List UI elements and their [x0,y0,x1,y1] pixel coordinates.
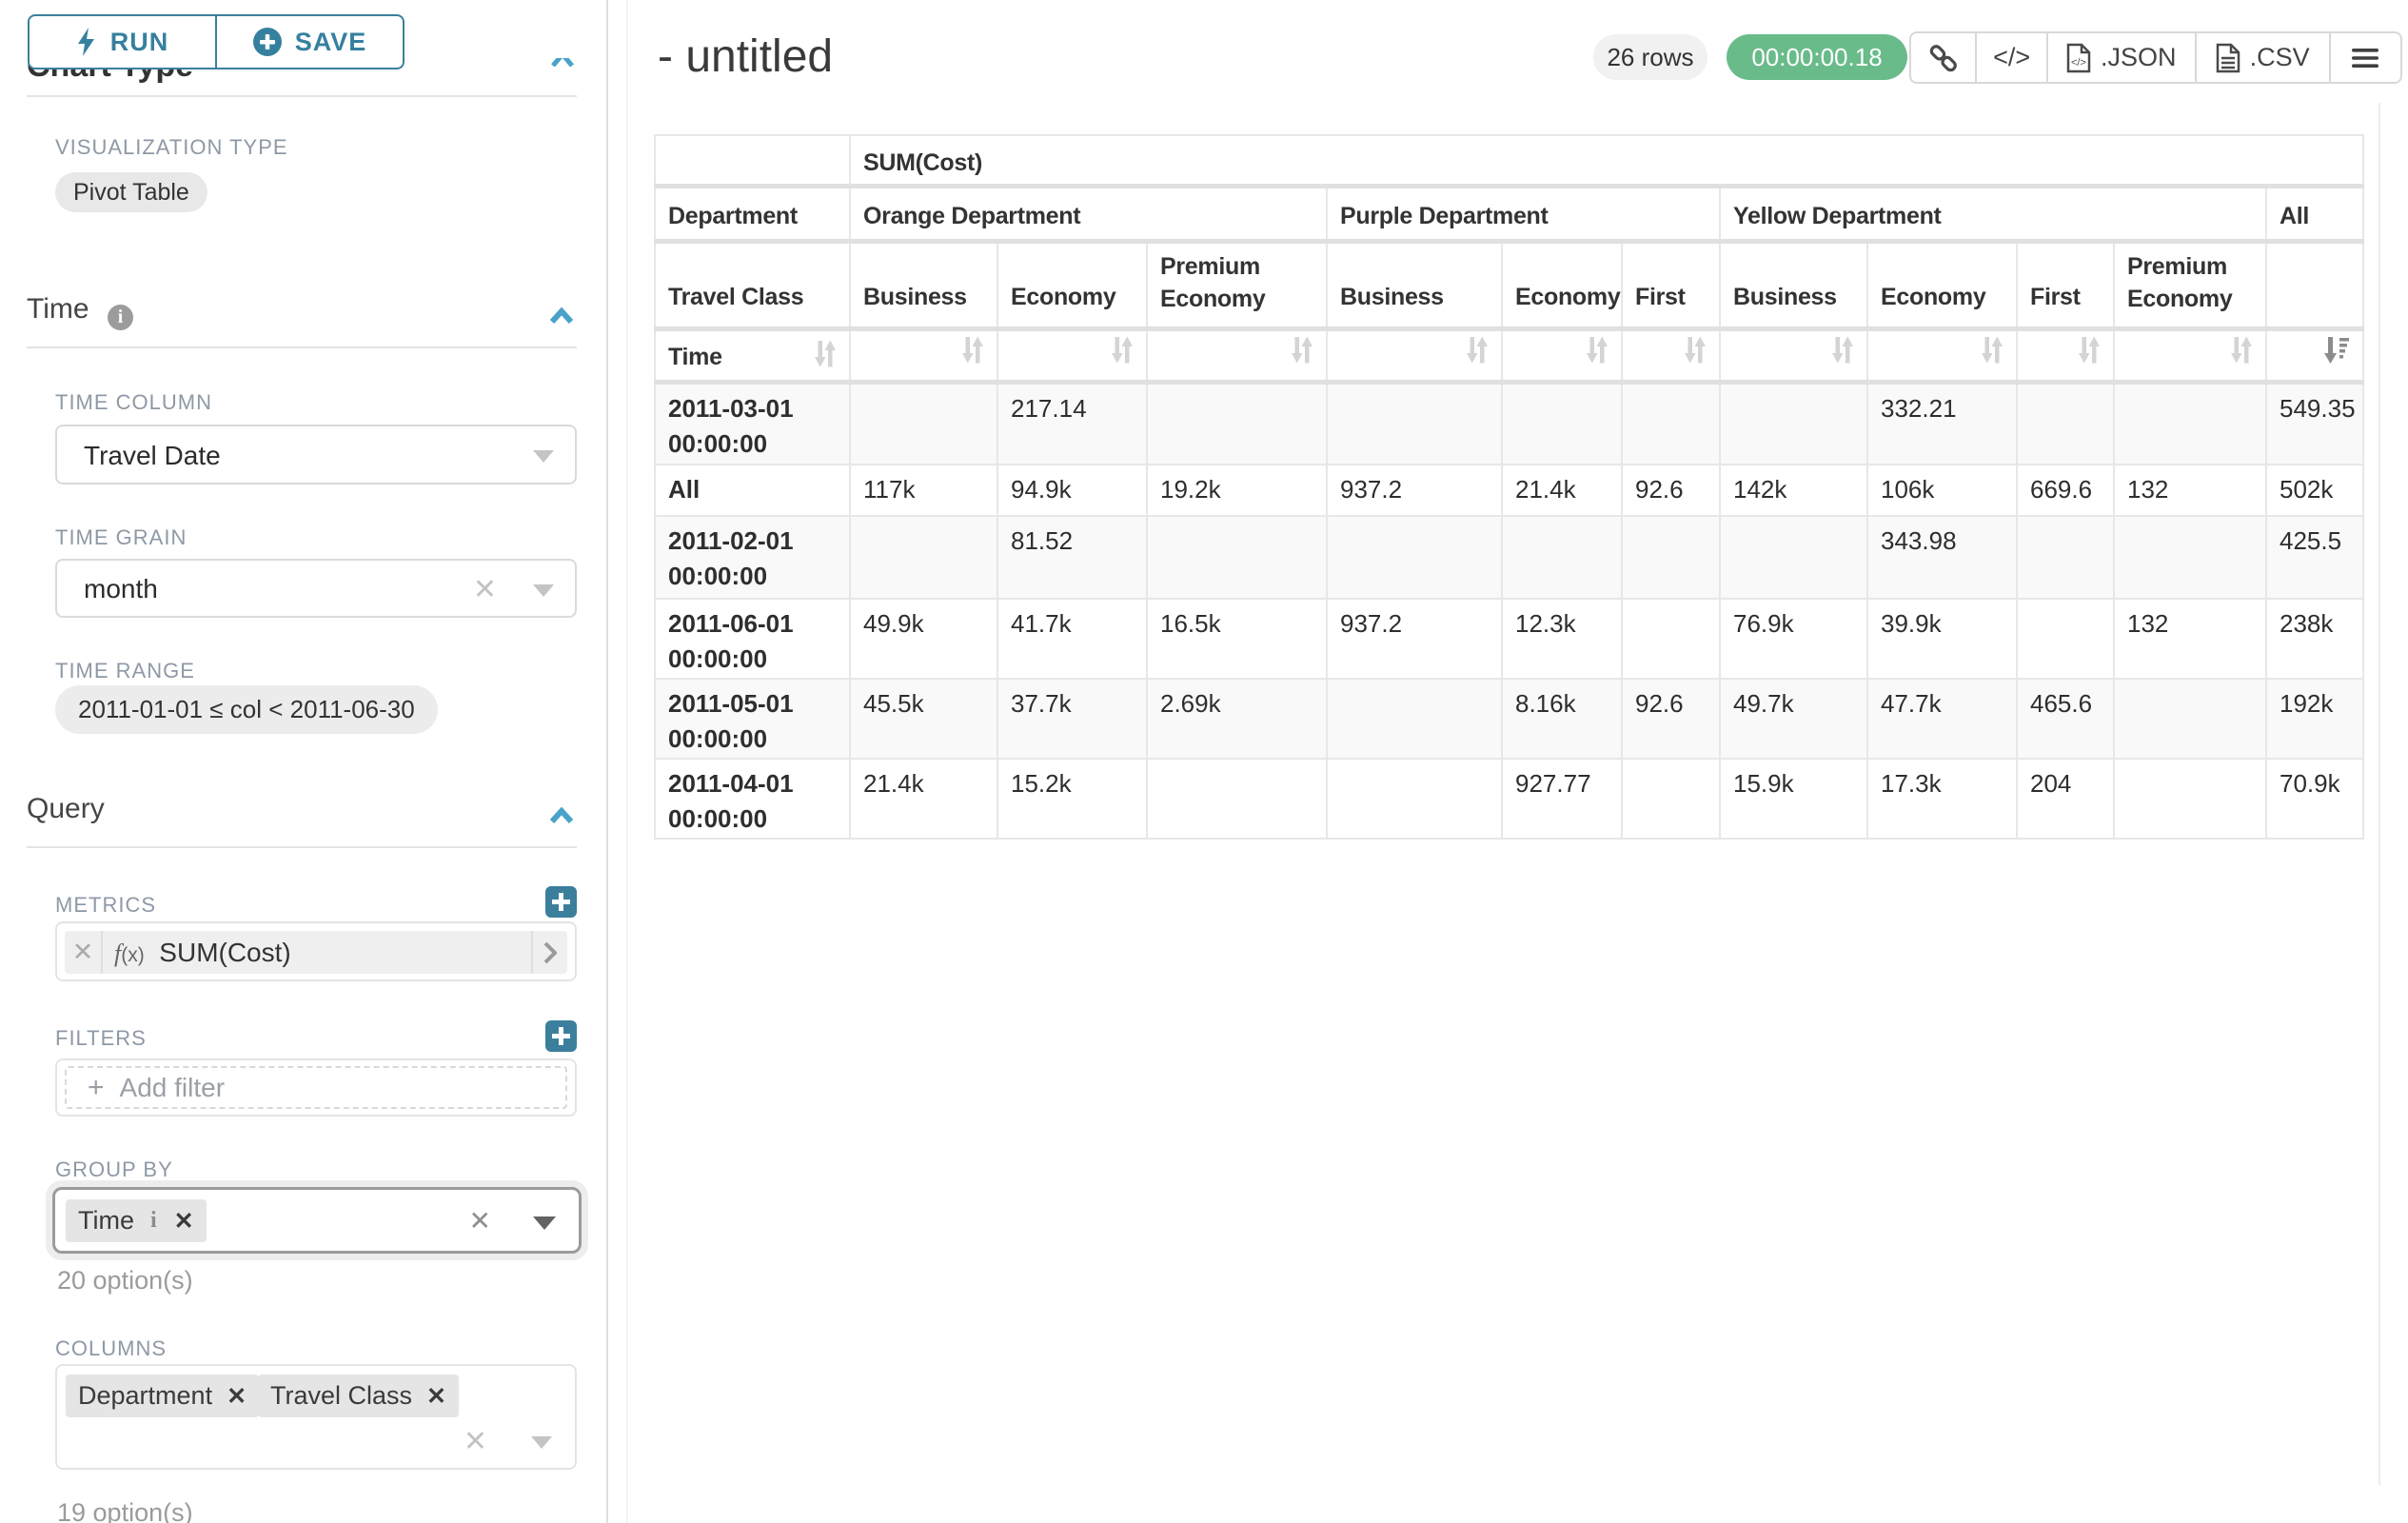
svg-text:</>: </> [2071,57,2086,69]
